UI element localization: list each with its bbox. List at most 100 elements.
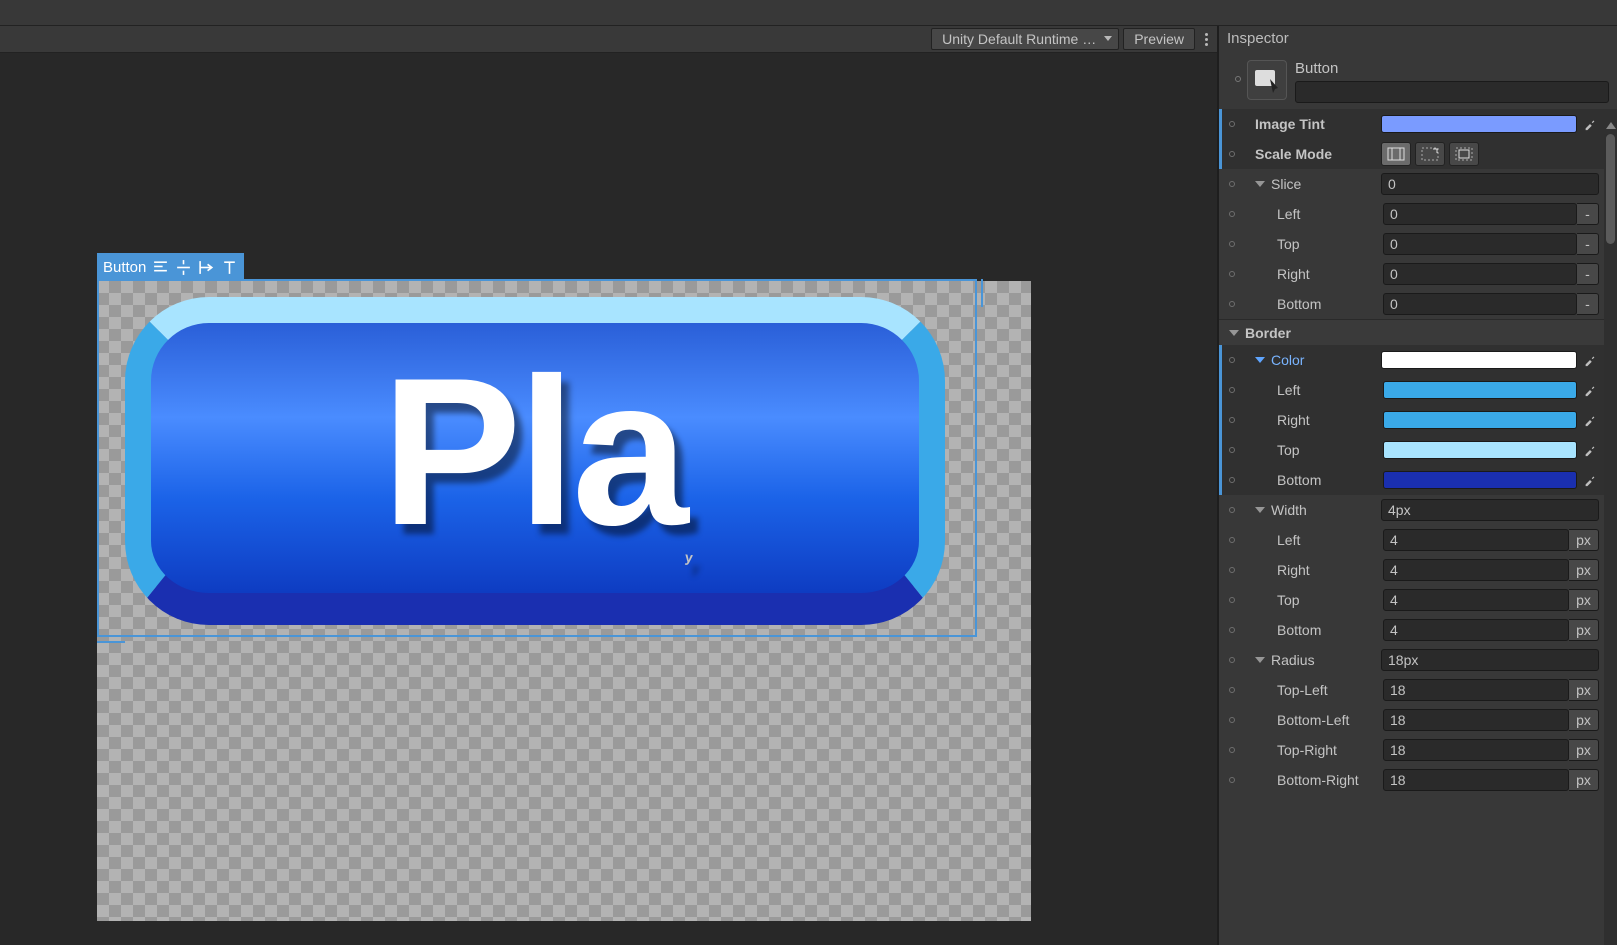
slice-bottom-input[interactable]: 0 <box>1383 293 1577 315</box>
connector-dot[interactable] <box>1229 537 1235 543</box>
kebab-menu-icon[interactable] <box>1199 33 1213 46</box>
theme-dropdown[interactable]: Unity Default Runtime … <box>931 28 1119 50</box>
connector-dot[interactable] <box>1229 687 1235 693</box>
eyedropper-icon[interactable] <box>1581 351 1599 369</box>
slice-input[interactable]: 0 <box>1381 173 1599 195</box>
element-type-icon <box>1247 60 1287 100</box>
foldout-icon[interactable] <box>1255 657 1265 663</box>
border-group-header[interactable]: Border <box>1219 319 1617 345</box>
foldout-icon[interactable] <box>1255 507 1265 513</box>
radius-bl-input[interactable]: 18 <box>1383 709 1569 731</box>
connector-dot[interactable] <box>1229 181 1235 187</box>
eyedropper-icon[interactable] <box>1581 381 1599 399</box>
scroll-up-icon[interactable] <box>1606 122 1616 129</box>
scale-mode-segmented <box>1381 142 1479 166</box>
border-width-bottom-input[interactable]: 4 <box>1383 619 1569 641</box>
connector-dot[interactable] <box>1229 241 1235 247</box>
unit-dropdown[interactable]: px <box>1569 589 1599 611</box>
unit-dropdown[interactable]: px <box>1569 679 1599 701</box>
slice-top-input[interactable]: 0 <box>1383 233 1577 255</box>
border-bottom-swatch[interactable] <box>1383 471 1577 489</box>
unit-dropdown[interactable]: px <box>1569 529 1599 551</box>
radius-tl-input[interactable]: 18 <box>1383 679 1569 701</box>
border-top-swatch[interactable] <box>1383 441 1577 459</box>
connector-dot[interactable] <box>1229 211 1235 217</box>
eyedropper-icon[interactable] <box>1581 411 1599 429</box>
connector-dot[interactable] <box>1235 76 1241 82</box>
connector-dot[interactable] <box>1229 627 1235 633</box>
play-button-text: Play <box>381 331 688 573</box>
eyedropper-icon[interactable] <box>1581 471 1599 489</box>
text-tool-icon[interactable] <box>221 259 238 276</box>
prop-slice-bottom: Bottom 0- <box>1219 289 1617 319</box>
border-width-left-input[interactable]: 4 <box>1383 529 1569 551</box>
selected-element-pill[interactable]: Button <box>97 253 244 281</box>
eyedropper-icon[interactable] <box>1581 115 1599 133</box>
connector-dot[interactable] <box>1229 387 1235 393</box>
foldout-icon[interactable] <box>1255 181 1265 187</box>
eyedropper-icon[interactable] <box>1581 441 1599 459</box>
connector-dot[interactable] <box>1229 717 1235 723</box>
border-left-swatch[interactable] <box>1383 381 1577 399</box>
theme-label: Unity Default Runtime … <box>942 31 1096 47</box>
unit-dropdown[interactable]: - <box>1577 203 1599 225</box>
foldout-icon[interactable] <box>1255 357 1265 363</box>
unit-dropdown[interactable]: - <box>1577 233 1599 255</box>
connector-dot[interactable] <box>1229 507 1235 513</box>
preview-button[interactable]: Preview <box>1123 28 1195 50</box>
radius-br-input[interactable]: 18 <box>1383 769 1569 791</box>
scrollbar-thumb[interactable] <box>1606 134 1615 244</box>
prop-border-width: Width 4px <box>1219 495 1617 525</box>
prop-slice-right: Right 0- <box>1219 259 1617 289</box>
element-name-input[interactable] <box>1295 81 1609 103</box>
align-vcenter-icon[interactable] <box>175 259 192 276</box>
viewport: Unity Default Runtime … Preview Button P… <box>0 26 1217 945</box>
unit-dropdown[interactable]: px <box>1569 619 1599 641</box>
unit-dropdown[interactable]: px <box>1569 559 1599 581</box>
canvas[interactable]: Button Play <box>0 53 1217 945</box>
connector-dot[interactable] <box>1229 777 1235 783</box>
scale-mode-crop[interactable] <box>1449 142 1479 166</box>
unit-dropdown[interactable]: px <box>1569 709 1599 731</box>
border-width-input[interactable]: 4px <box>1381 499 1599 521</box>
prop-slice: Slice 0 <box>1219 169 1617 199</box>
connector-dot[interactable] <box>1229 357 1235 363</box>
border-color-swatch[interactable] <box>1381 351 1577 369</box>
unit-dropdown[interactable]: px <box>1569 769 1599 791</box>
prop-border-width-top: Top 4px <box>1219 585 1617 615</box>
inspector-properties: Image Tint Scale Mode <box>1219 109 1617 795</box>
connector-dot[interactable] <box>1229 121 1235 127</box>
align-left-icon[interactable] <box>152 259 169 276</box>
unit-dropdown[interactable]: - <box>1577 293 1599 315</box>
border-width-top-input[interactable]: 4 <box>1383 589 1569 611</box>
scale-mode-fit[interactable] <box>1415 142 1445 166</box>
connector-dot[interactable] <box>1229 417 1235 423</box>
slice-right-input[interactable]: 0 <box>1383 263 1577 285</box>
connector-dot[interactable] <box>1229 447 1235 453</box>
connector-dot[interactable] <box>1229 271 1235 277</box>
align-hdist-icon[interactable] <box>198 259 215 276</box>
unit-dropdown[interactable]: - <box>1577 263 1599 285</box>
unit-dropdown[interactable]: px <box>1569 739 1599 761</box>
connector-dot[interactable] <box>1229 657 1235 663</box>
inspector-title: Inspector <box>1219 26 1617 52</box>
connector-dot[interactable] <box>1229 477 1235 483</box>
scale-mode-stretch[interactable] <box>1381 142 1411 166</box>
prop-slice-top: Top 0- <box>1219 229 1617 259</box>
connector-dot[interactable] <box>1229 301 1235 307</box>
scrollbar-track[interactable] <box>1604 134 1617 945</box>
border-right-swatch[interactable] <box>1383 411 1577 429</box>
connector-dot[interactable] <box>1229 151 1235 157</box>
border-radius-input[interactable]: 18px <box>1381 649 1599 671</box>
connector-dot[interactable] <box>1229 597 1235 603</box>
connector-dot[interactable] <box>1229 567 1235 573</box>
border-width-right-input[interactable]: 4 <box>1383 559 1569 581</box>
prop-border-radius: Radius 18px <box>1219 645 1617 675</box>
prop-border-color: Color <box>1219 345 1617 375</box>
connector-dot[interactable] <box>1229 747 1235 753</box>
prop-border-color-top: Top <box>1219 435 1617 465</box>
play-button[interactable]: Play <box>125 297 945 625</box>
slice-left-input[interactable]: 0 <box>1383 203 1577 225</box>
radius-tr-input[interactable]: 18 <box>1383 739 1569 761</box>
image-tint-swatch[interactable] <box>1381 115 1577 133</box>
